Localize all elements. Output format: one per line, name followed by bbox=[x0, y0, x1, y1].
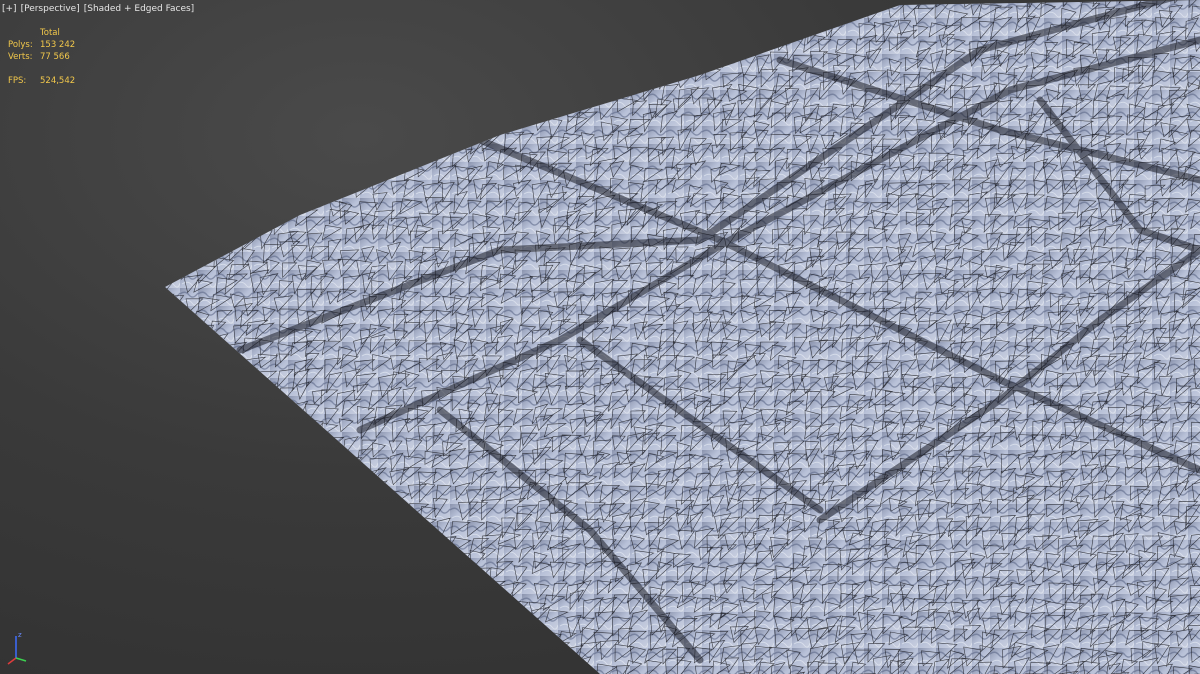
viewport-label-bar: [+] [Perspective] [Shaded + Edged Faces] bbox=[2, 2, 194, 16]
axis-gizmo-icon: z bbox=[7, 631, 27, 665]
stats-header: Total bbox=[40, 28, 60, 38]
polys-value: 153 242 bbox=[40, 40, 76, 50]
statistics-overlay: Total Polys: 153 242 Verts: 77 566 FPS: … bbox=[8, 27, 75, 87]
verts-label: Verts: bbox=[8, 52, 33, 62]
verts-row: Verts: 77 566 bbox=[8, 51, 75, 63]
verts-value: 77 566 bbox=[40, 52, 70, 62]
fps-row: FPS: 524,542 bbox=[8, 75, 75, 87]
fps-value: 524,542 bbox=[40, 76, 76, 86]
z-axis-label: z bbox=[18, 631, 22, 639]
fps-label: FPS: bbox=[8, 76, 27, 86]
viewport-menu-button[interactable]: [+] bbox=[2, 2, 17, 16]
tiled-stone-mesh bbox=[165, 0, 1200, 674]
view-mode-button[interactable]: [Perspective] bbox=[21, 2, 80, 16]
polys-label: Polys: bbox=[8, 40, 33, 50]
axis-gizmo: z bbox=[4, 628, 30, 668]
polys-row: Polys: 153 242 bbox=[8, 39, 75, 51]
perspective-viewport[interactable]: [+] [Perspective] [Shaded + Edged Faces]… bbox=[0, 0, 1200, 674]
shading-mode-button[interactable]: [Shaded + Edged Faces] bbox=[84, 2, 194, 16]
